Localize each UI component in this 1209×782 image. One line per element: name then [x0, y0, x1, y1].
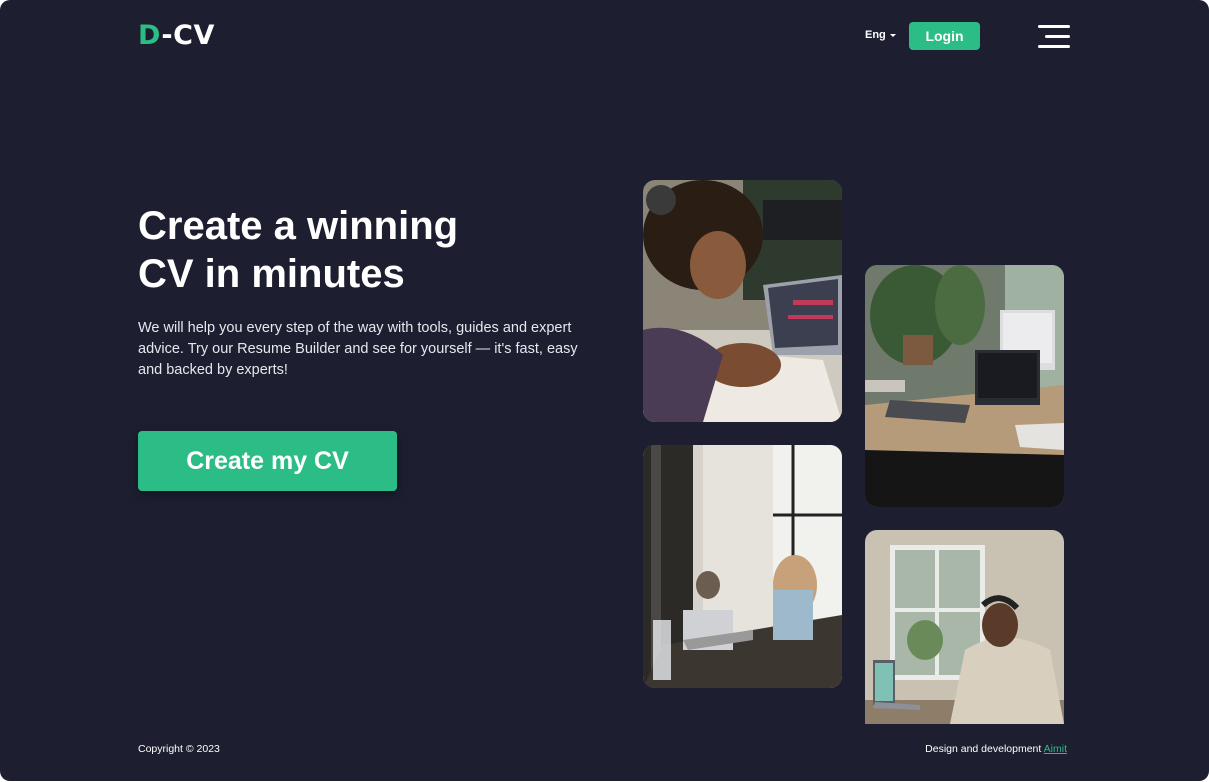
menu-bar-middle: [1045, 35, 1070, 38]
hero-title: Create a winning CV in minutes: [138, 202, 558, 298]
hamburger-menu-icon[interactable]: [1038, 25, 1070, 48]
hero-subtitle: We will help you every step of the way w…: [138, 320, 578, 378]
page-frame: D-CV Eng Login Create a winning CV in mi…: [0, 0, 1209, 781]
credit-text: Design and development: [925, 743, 1042, 755]
login-button[interactable]: Login: [909, 22, 980, 50]
photo-woman-writing: [643, 180, 842, 422]
create-cv-button[interactable]: Create my CV: [138, 431, 397, 491]
credit: Design and development Aimit: [925, 743, 1067, 755]
menu-bar-bottom: [1038, 45, 1070, 48]
credit-link[interactable]: Aimit: [1044, 743, 1067, 755]
logo[interactable]: D-CV: [138, 22, 215, 50]
photo-woman-window: [643, 445, 842, 688]
hero-title-line2: CV in minutes: [138, 252, 405, 296]
logo-accent: D: [138, 20, 162, 51]
language-label: Eng: [865, 29, 886, 41]
caret-down-icon: [889, 34, 896, 37]
photo-desk-plants: [865, 265, 1064, 507]
language-selector[interactable]: Eng: [865, 29, 896, 41]
hero-title-line1: Create a winning: [138, 204, 459, 248]
menu-bar-top: [1038, 25, 1070, 28]
photo-man-laptop: [865, 530, 1064, 724]
copyright-text: Copyright © 2023: [138, 743, 220, 755]
logo-text: -CV: [161, 20, 215, 51]
